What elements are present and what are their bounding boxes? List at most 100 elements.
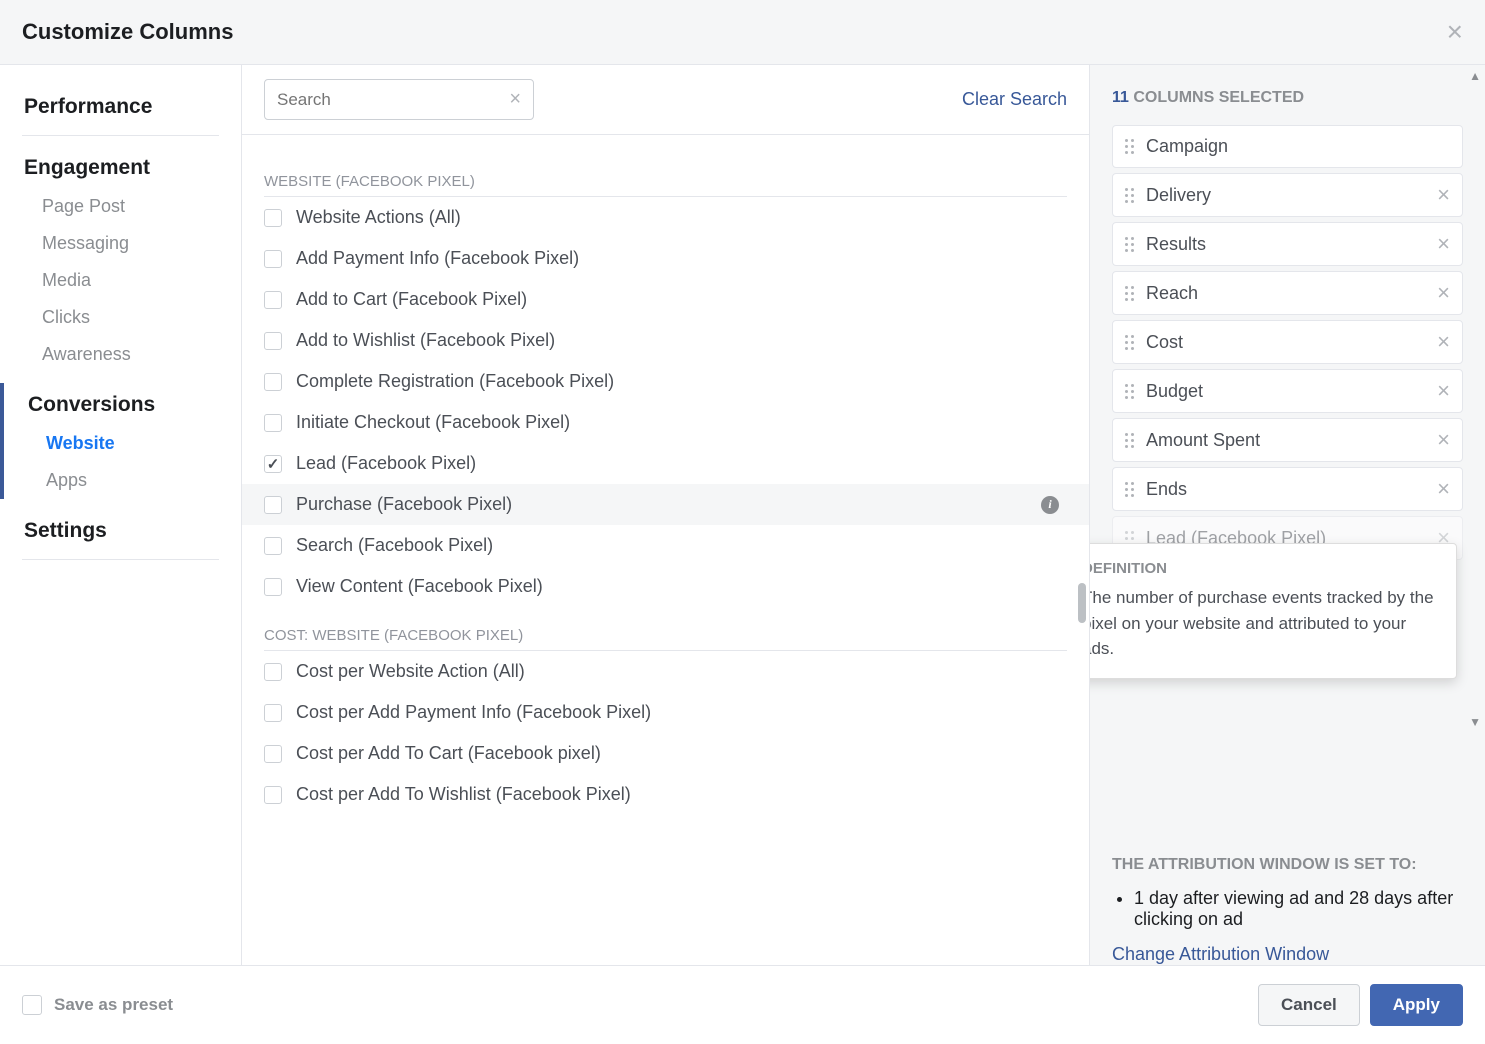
option-checkbox[interactable] (264, 209, 282, 227)
options-scroll[interactable]: WEBSITE (FACEBOOK PIXEL)Website Actions … (242, 135, 1089, 965)
option-checkbox[interactable] (264, 455, 282, 473)
column-option[interactable]: Search (Facebook Pixel) (264, 525, 1067, 566)
drag-handle-icon[interactable] (1125, 139, 1134, 154)
remove-column-icon[interactable]: × (1437, 331, 1450, 353)
sidebar-item[interactable]: Awareness (0, 336, 241, 373)
sidebar-item[interactable]: Media (0, 262, 241, 299)
search-bar: × Clear Search (242, 65, 1089, 135)
drag-handle-icon[interactable] (1125, 433, 1134, 448)
column-option[interactable]: View Content (Facebook Pixel) (264, 566, 1067, 607)
option-label: View Content (Facebook Pixel) (296, 576, 543, 597)
sidebar-heading[interactable]: Performance (0, 85, 241, 127)
column-option[interactable]: Purchase (Facebook Pixel)i (242, 484, 1089, 525)
remove-column-icon[interactable]: × (1437, 429, 1450, 451)
info-icon[interactable]: i (1041, 496, 1059, 514)
option-checkbox[interactable] (264, 578, 282, 596)
drag-handle-icon[interactable] (1125, 482, 1134, 497)
option-checkbox[interactable] (264, 663, 282, 681)
option-checkbox[interactable] (264, 373, 282, 391)
sidebar-item[interactable]: Apps (4, 462, 241, 499)
scroll-up-icon[interactable]: ▲ (1469, 69, 1481, 83)
selected-scroll[interactable]: ▲ 11 COLUMNS SELECTED CampaignDelivery×R… (1090, 65, 1485, 836)
option-label: Search (Facebook Pixel) (296, 535, 493, 556)
option-group-title: COST: WEBSITE (FACEBOOK PIXEL) (264, 617, 1067, 651)
selected-column-chip[interactable]: Campaign (1112, 125, 1463, 168)
drag-handle-icon[interactable] (1125, 286, 1134, 301)
change-attribution-link[interactable]: Change Attribution Window (1112, 944, 1329, 964)
column-option[interactable]: Cost per Website Action (All) (264, 651, 1067, 692)
option-checkbox[interactable] (264, 786, 282, 804)
selected-column-chip[interactable]: Ends× (1112, 467, 1463, 511)
selected-column-chip[interactable]: Cost× (1112, 320, 1463, 364)
option-checkbox[interactable] (264, 496, 282, 514)
column-option[interactable]: Add Payment Info (Facebook Pixel) (264, 238, 1067, 279)
sidebar-heading[interactable]: Conversions (4, 383, 241, 425)
sidebar-section: Settings (0, 509, 241, 560)
remove-column-icon[interactable]: × (1437, 184, 1450, 206)
preset-checkbox[interactable] (22, 995, 42, 1015)
sidebar-item[interactable]: Messaging (0, 225, 241, 262)
column-option[interactable]: Complete Registration (Facebook Pixel) (264, 361, 1067, 402)
sidebar-heading[interactable]: Settings (0, 509, 241, 551)
drag-handle-icon[interactable] (1125, 335, 1134, 350)
column-option[interactable]: Add to Cart (Facebook Pixel) (264, 279, 1067, 320)
remove-column-icon[interactable]: × (1437, 282, 1450, 304)
sidebar-item[interactable]: Website (4, 425, 241, 462)
apply-button[interactable]: Apply (1370, 984, 1463, 1026)
column-option[interactable]: Initiate Checkout (Facebook Pixel) (264, 402, 1067, 443)
search-input-container[interactable]: × (264, 79, 534, 120)
option-label: Add to Cart (Facebook Pixel) (296, 289, 527, 310)
option-label: Cost per Website Action (All) (296, 661, 525, 682)
column-option[interactable]: Lead (Facebook Pixel) (264, 443, 1067, 484)
column-option[interactable]: Cost per Add To Wishlist (Facebook Pixel… (264, 774, 1067, 815)
option-label: Cost per Add Payment Info (Facebook Pixe… (296, 702, 651, 723)
option-checkbox[interactable] (264, 291, 282, 309)
clear-search-link[interactable]: Clear Search (962, 89, 1067, 110)
scroll-down-icon[interactable]: ▼ (1469, 715, 1481, 729)
remove-column-icon[interactable]: × (1437, 233, 1450, 255)
dialog-body: Performance EngagementPage PostMessagingM… (0, 65, 1485, 965)
option-checkbox[interactable] (264, 704, 282, 722)
selected-column-chip[interactable]: Amount Spent× (1112, 418, 1463, 462)
chip-label: Delivery (1146, 185, 1437, 206)
option-group-title: WEBSITE (FACEBOOK PIXEL) (264, 163, 1067, 197)
option-label: Add to Wishlist (Facebook Pixel) (296, 330, 555, 351)
selected-column-chip[interactable]: Budget× (1112, 369, 1463, 413)
column-option[interactable]: Website Actions (All) (264, 197, 1067, 238)
cancel-button[interactable]: Cancel (1258, 984, 1360, 1026)
selected-column-chip[interactable]: Delivery× (1112, 173, 1463, 217)
scrollbar-thumb[interactable] (1078, 583, 1086, 623)
clear-input-icon[interactable]: × (509, 88, 521, 111)
divider (22, 559, 219, 560)
drag-handle-icon[interactable] (1125, 188, 1134, 203)
save-as-preset[interactable]: Save as preset (22, 995, 173, 1015)
dialog-titlebar: Customize Columns × (0, 0, 1485, 65)
dialog-footer: Save as preset Cancel Apply (0, 965, 1485, 1044)
sidebar-heading[interactable]: Engagement (0, 146, 241, 188)
attribution-bullet: 1 day after viewing ad and 28 days after… (1134, 888, 1463, 930)
chip-label: Reach (1146, 283, 1437, 304)
column-option[interactable]: Add to Wishlist (Facebook Pixel) (264, 320, 1067, 361)
option-checkbox[interactable] (264, 537, 282, 555)
option-label: Cost per Add To Cart (Facebook pixel) (296, 743, 601, 764)
chip-label: Results (1146, 234, 1437, 255)
selected-column-chip[interactable]: Reach× (1112, 271, 1463, 315)
drag-handle-icon[interactable] (1125, 384, 1134, 399)
drag-handle-icon[interactable] (1125, 237, 1134, 252)
sidebar-item[interactable]: Page Post (0, 188, 241, 225)
close-icon[interactable]: × (1447, 18, 1463, 46)
sidebar-section: ConversionsWebsiteApps (0, 383, 241, 499)
column-option[interactable]: Cost per Add To Cart (Facebook pixel) (264, 733, 1067, 774)
chip-label: Ends (1146, 479, 1437, 500)
option-checkbox[interactable] (264, 414, 282, 432)
sidebar-item[interactable]: Clicks (0, 299, 241, 336)
remove-column-icon[interactable]: × (1437, 478, 1450, 500)
option-checkbox[interactable] (264, 332, 282, 350)
search-input[interactable] (277, 90, 509, 110)
selected-column-chip[interactable]: Results× (1112, 222, 1463, 266)
option-checkbox[interactable] (264, 250, 282, 268)
column-option[interactable]: Cost per Add Payment Info (Facebook Pixe… (264, 692, 1067, 733)
chip-label: Campaign (1146, 136, 1450, 157)
option-checkbox[interactable] (264, 745, 282, 763)
remove-column-icon[interactable]: × (1437, 380, 1450, 402)
